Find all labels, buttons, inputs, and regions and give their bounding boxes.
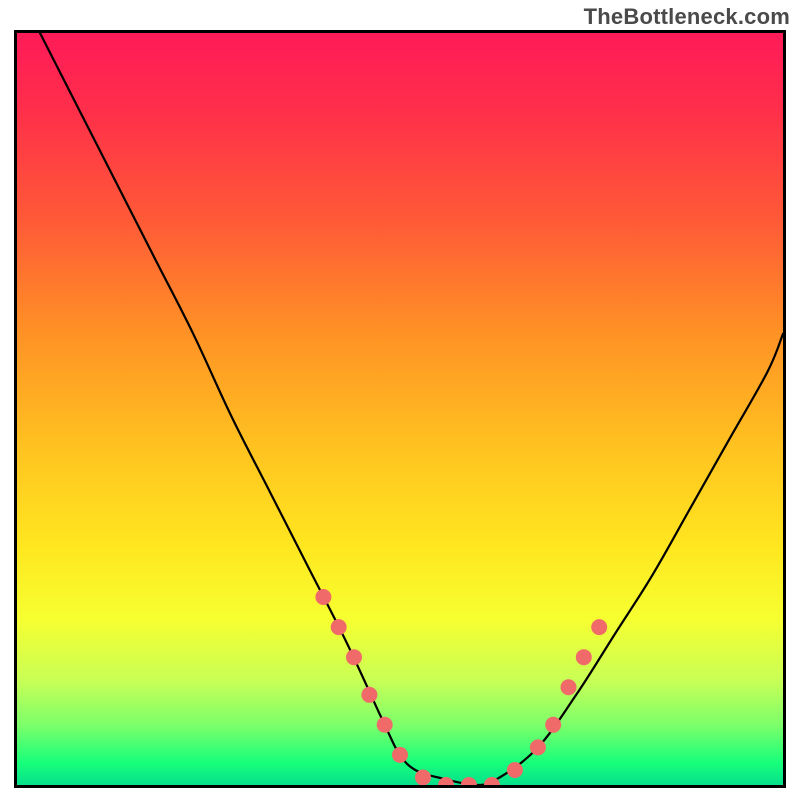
curve-dot xyxy=(507,762,523,778)
curve-dot xyxy=(361,687,377,703)
curve-dot xyxy=(346,649,362,665)
curve-dot xyxy=(331,619,347,635)
watermark-text: TheBottleneck.com xyxy=(584,4,790,30)
chart-svg xyxy=(17,33,783,785)
chart-stage: TheBottleneck.com xyxy=(0,0,800,800)
curve-dot xyxy=(530,739,546,755)
curve-dot xyxy=(315,589,331,605)
curve-dot xyxy=(591,619,607,635)
curve-dot xyxy=(377,717,393,733)
bottleneck-curve xyxy=(40,33,783,785)
curve-dot xyxy=(392,747,408,763)
curve-dot xyxy=(415,770,431,786)
curve-dot xyxy=(576,649,592,665)
curve-dot xyxy=(461,777,477,785)
plot-frame xyxy=(14,30,786,788)
curve-dot xyxy=(545,717,561,733)
curve-dot xyxy=(561,679,577,695)
curve-markers xyxy=(315,589,607,785)
